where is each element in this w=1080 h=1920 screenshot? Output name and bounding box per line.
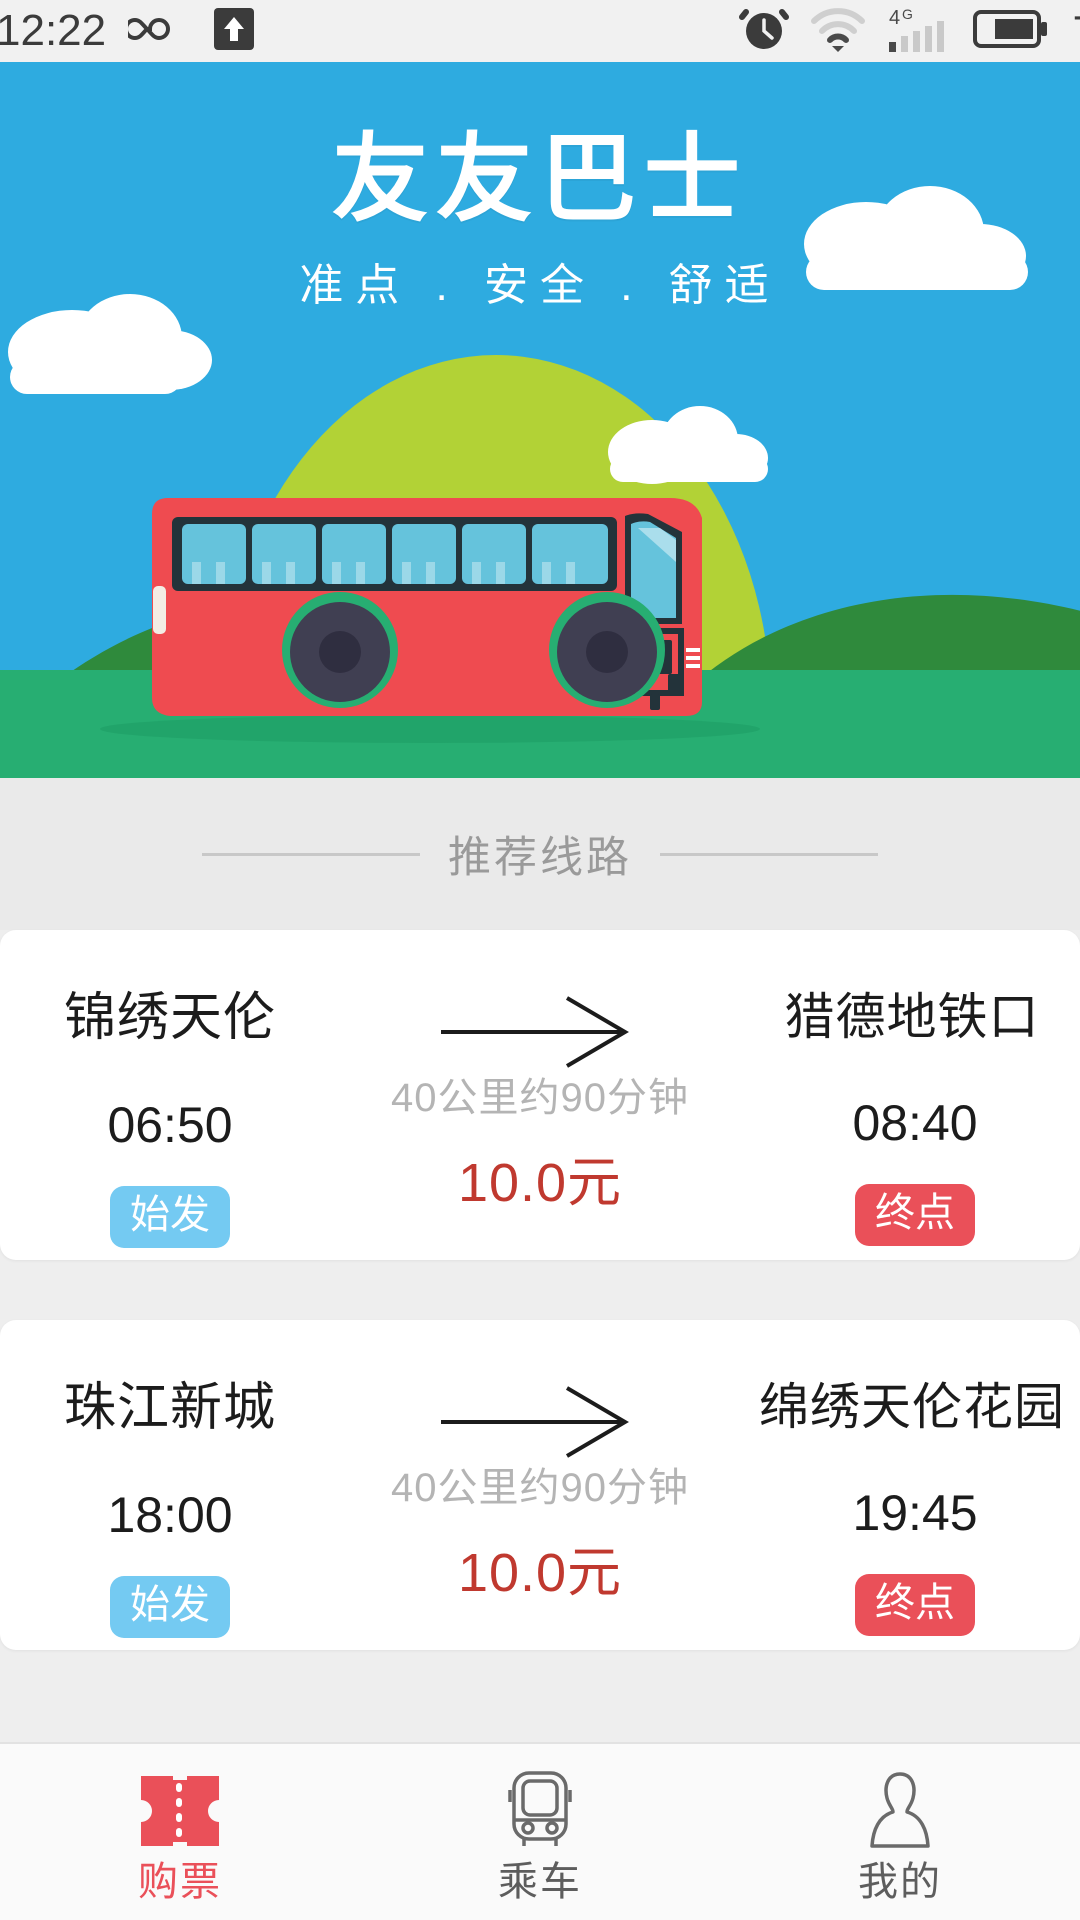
origin-depart-time: 06:50 [107,1097,233,1153]
infinity-icon [124,9,190,54]
status-bar: 12:22 4 G [0,0,1080,62]
tab-label-buy-ticket: 购票 [138,1860,222,1904]
route-middle-column: 40公里约90分钟 10.0元 [330,930,750,1210]
tab-label-ride: 乘车 [498,1860,582,1904]
destination-stop-name: 绵绣天伦花园 [759,1379,1065,1435]
origin-stop-name: 锦绣天伦 [63,989,276,1047]
route-arrow-icon [330,1382,750,1458]
ticket-icon [137,1768,223,1850]
battery-icon [972,8,1049,55]
tab-label-profile: 我的 [858,1860,942,1904]
alarm-clock-icon [738,4,789,59]
wifi-icon [809,6,867,57]
origin-badge: 始发 [110,1576,230,1638]
tab-buy-ticket[interactable]: 购票 [0,1744,360,1920]
bottom-navigation-bar: 购票 乘车 我的 [0,1742,1080,1920]
signal-4g-icon: 4 G [887,4,953,59]
origin-badge: 始发 [110,1186,230,1248]
destination-badge: 终点 [855,1574,975,1636]
origin-stop-name: 珠江新城 [63,1379,276,1437]
route-price: 10.0元 [457,1153,623,1213]
battery-percent-label: 7 [1073,10,1080,52]
route-duration: 40公里约90分钟 [391,1466,689,1510]
status-bar-left: 12:22 [0,6,256,57]
route-origin-column: 珠江新城 18:00 始发 [10,1320,330,1638]
svg-text:4: 4 [889,7,900,29]
destination-arrive-time: 19:45 [852,1485,978,1541]
route-destination-column: 猎德地铁口 08:40 终点 [750,930,1080,1246]
hero-banner: 友友巴士 准点 . 安全 . 舒适 [0,62,1080,778]
route-duration: 40公里约90分钟 [391,1076,689,1120]
svg-text:G: G [902,6,913,22]
status-bar-right: 4 G 7 [738,4,1080,59]
recommended-routes-header: 推荐线路 [0,778,1080,930]
destination-stop-name: 猎德地铁口 [784,989,1040,1045]
route-card[interactable]: 珠江新城 18:00 始发 40公里约90分钟 10.0元 绵绣天伦花园 19:… [0,1320,1080,1650]
hero-illustration [0,62,1080,778]
tab-profile[interactable]: 我的 [720,1744,1080,1920]
tab-ride[interactable]: 乘车 [360,1744,720,1920]
divider-right [660,852,878,856]
bus-illustration [152,498,702,716]
section-title: 推荐线路 [448,834,632,882]
status-bar-clock: 12:22 [0,6,107,55]
upload-icon [212,6,256,57]
origin-depart-time: 18:00 [107,1487,233,1543]
bus-icon [500,1768,580,1850]
destination-badge: 终点 [855,1184,975,1246]
route-middle-column: 40公里约90分钟 10.0元 [330,1320,750,1600]
route-arrow-icon [330,992,750,1068]
divider-left [202,852,420,856]
destination-arrive-time: 08:40 [852,1095,978,1151]
person-icon [861,1768,939,1850]
route-origin-column: 锦绣天伦 06:50 始发 [10,930,330,1248]
route-price: 10.0元 [457,1543,623,1603]
route-destination-column: 绵绣天伦花园 19:45 终点 [750,1320,1080,1636]
route-card[interactable]: 锦绣天伦 06:50 始发 40公里约90分钟 10.0元 猎德地铁口 08:4… [0,930,1080,1260]
